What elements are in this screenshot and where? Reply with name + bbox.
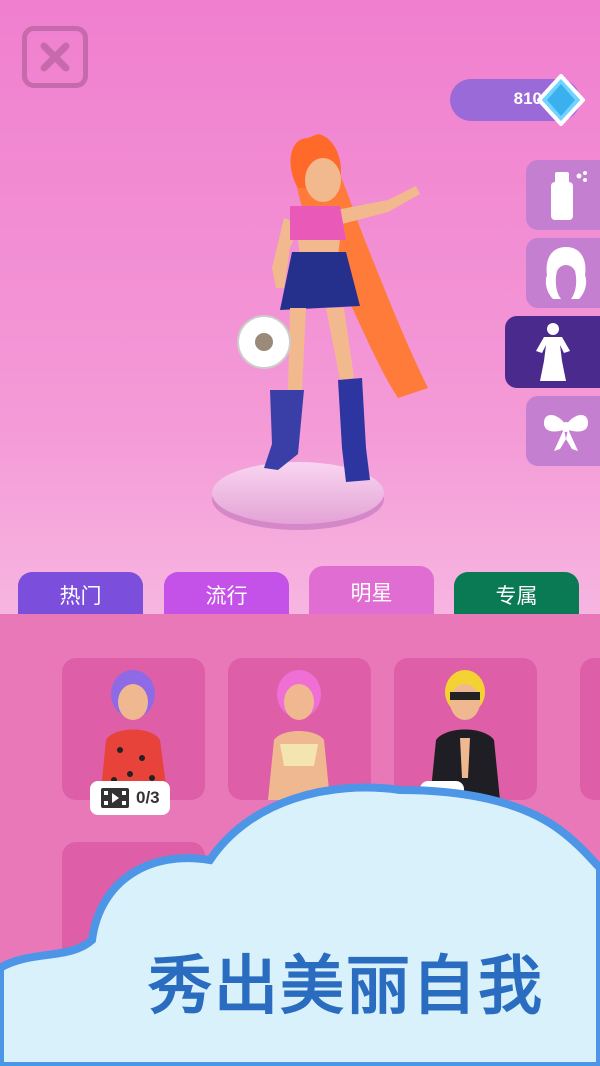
currency-amount: 810 — [513, 89, 542, 108]
side-btn-outfit[interactable] — [505, 316, 600, 388]
side-btn-accessory[interactable] — [526, 396, 600, 466]
tab-hot[interactable]: 热门 — [18, 572, 143, 618]
hair-icon — [545, 247, 587, 299]
video-icon — [101, 788, 129, 808]
character-model[interactable] — [228, 128, 468, 488]
spray-bottle-icon — [551, 171, 587, 220]
side-btn-makeup[interactable] — [526, 160, 600, 230]
slogan-text: 秀出美丽自我 — [148, 950, 544, 1024]
body-figure-icon — [535, 323, 570, 381]
side-btn-hair[interactable] — [526, 238, 600, 308]
close-button[interactable] — [22, 26, 88, 88]
ad-counter-label: 0/3 — [430, 788, 454, 807]
category-tabs: 热门 流行 明星 专属 — [0, 566, 600, 618]
outfit-card-image — [100, 670, 168, 800]
outfit-card-image — [268, 670, 330, 800]
bow-icon — [544, 414, 588, 451]
diamond-icon — [537, 74, 585, 126]
outfit-card[interactable] — [62, 658, 205, 800]
outfit-card[interactable] — [228, 658, 371, 800]
ad-counter-label: 0/3 — [136, 788, 160, 807]
tab-trend[interactable]: 流行 — [164, 572, 289, 618]
game-screen: 810 热门 流行 明星 专属 0/3 0/3 秀出美丽自我 — [0, 0, 600, 1066]
close-icon — [40, 42, 70, 72]
ad-counter[interactable]: 0/3 — [420, 781, 464, 815]
outfit-card-partial[interactable] — [580, 658, 600, 800]
outfit-card[interactable] — [394, 658, 537, 800]
tab-star[interactable]: 明星 — [309, 566, 434, 618]
outfit-card-image — [430, 670, 500, 800]
tab-exclusive[interactable]: 专属 — [454, 572, 579, 618]
ad-counter[interactable]: 0/3 — [90, 781, 170, 815]
